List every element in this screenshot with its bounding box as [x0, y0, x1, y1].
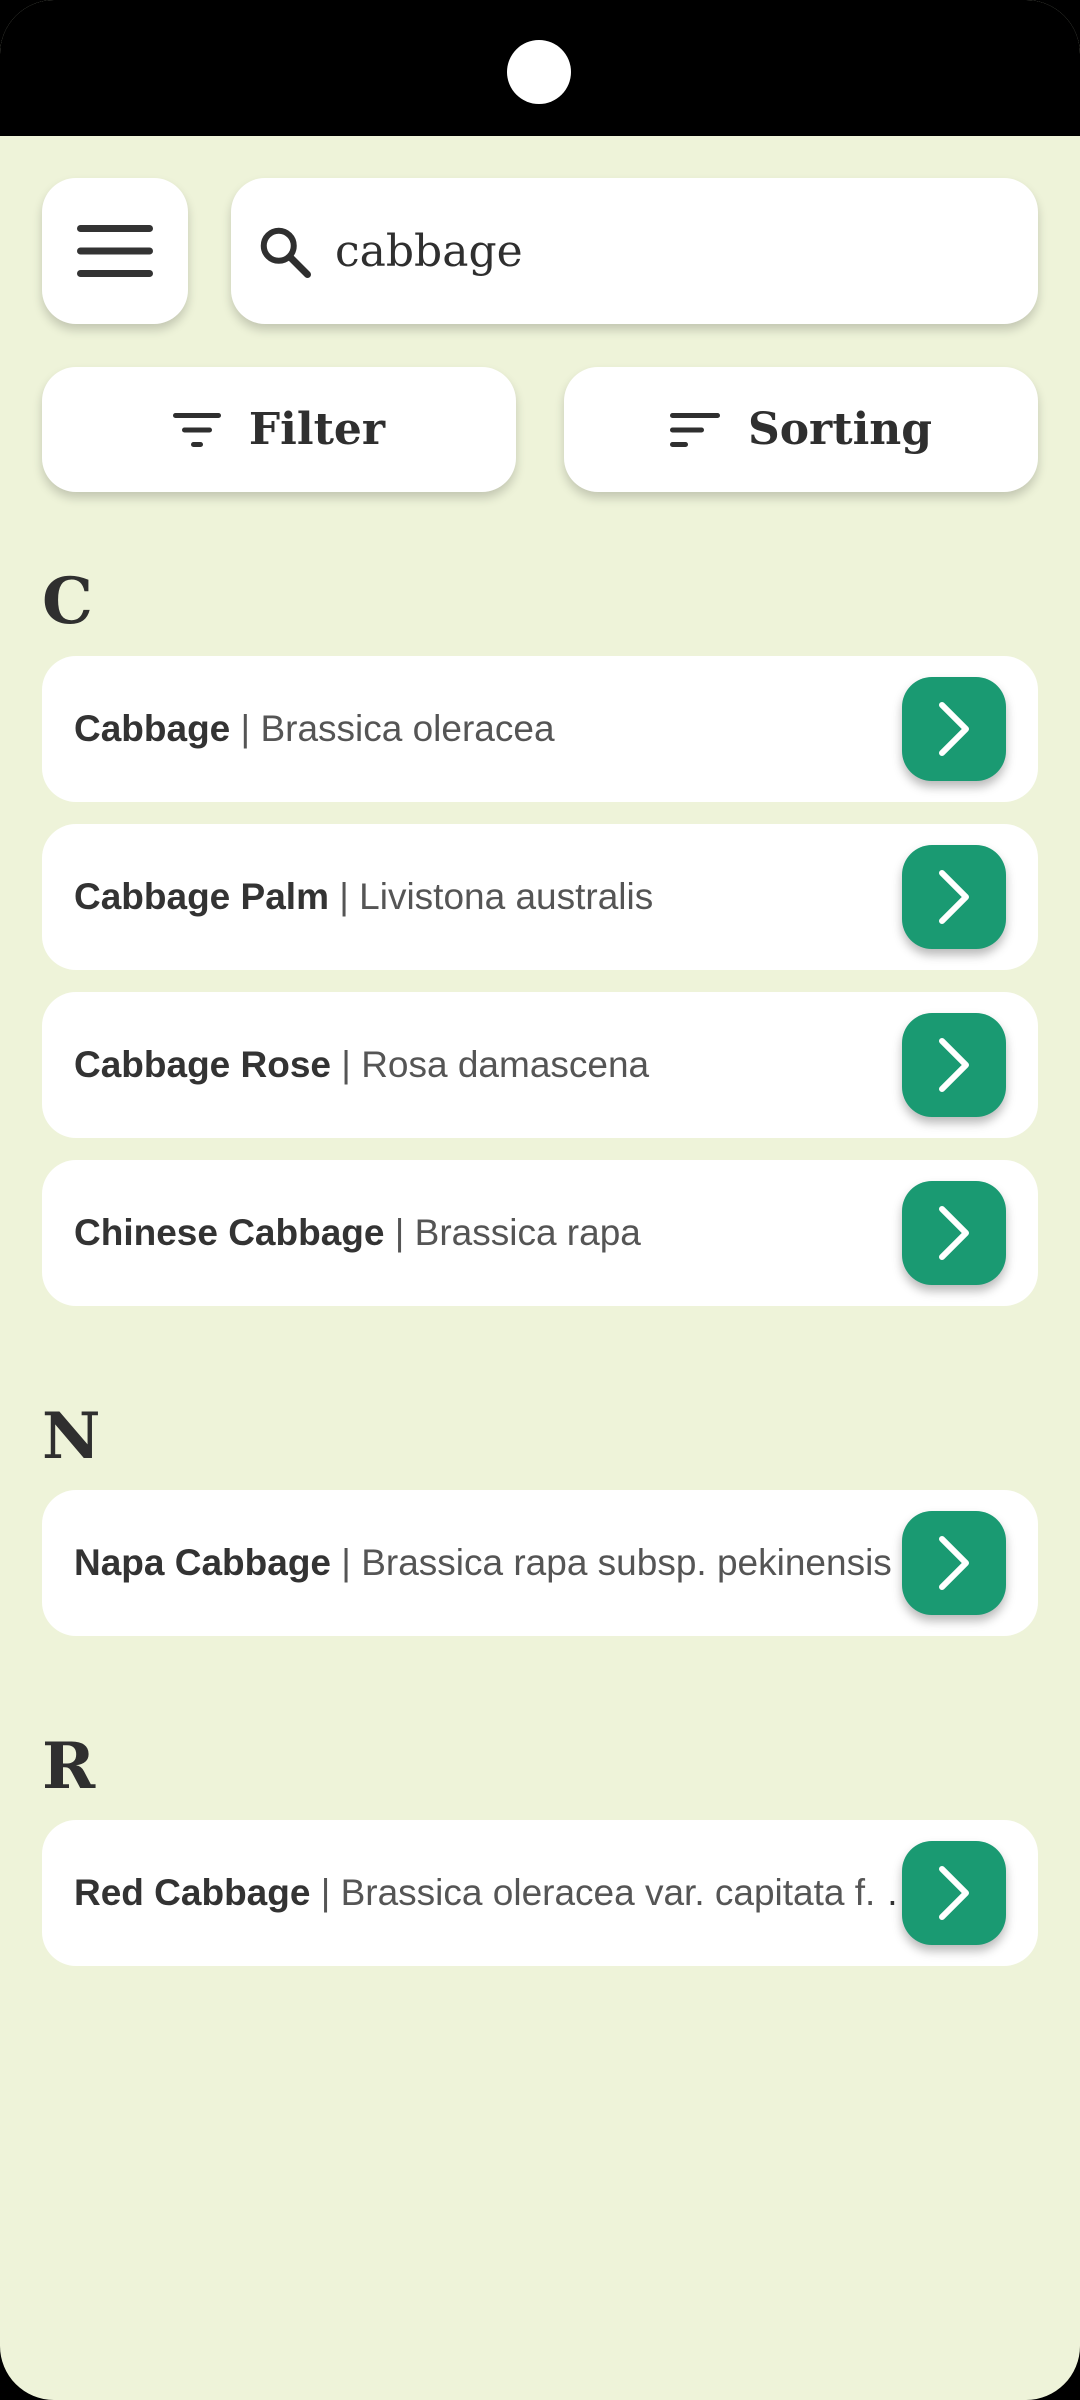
chevron-right-icon — [939, 1206, 969, 1260]
plant-separator: | — [384, 1212, 415, 1253]
sort-icon — [669, 412, 720, 447]
plant-row-text: Chinese Cabbage | Brassica rapa — [74, 1160, 934, 1306]
status-bar — [0, 0, 1080, 136]
section-header-c: C — [42, 564, 93, 639]
search-bar[interactable] — [231, 178, 1038, 324]
plant-row-text: Cabbage | Brassica oleracea — [74, 656, 934, 802]
plant-scientific-name: Brassica oleracea var. capitata f. rubra — [340, 1872, 934, 1913]
plant-separator: | — [331, 1044, 362, 1085]
plant-separator: | — [328, 876, 360, 917]
plant-row-text: Napa Cabbage | Brassica rapa subsp. peki… — [74, 1490, 934, 1636]
plant-common-name: Cabbage Rose — [74, 1044, 332, 1085]
open-plant-button[interactable] — [902, 1841, 1006, 1945]
chevron-right-icon — [939, 1536, 969, 1590]
camera-cutout — [507, 40, 571, 104]
plant-row[interactable]: Cabbage Palm | Livistona australis — [42, 824, 1038, 970]
filter-button[interactable]: Filter — [42, 367, 516, 492]
open-plant-button[interactable] — [902, 1013, 1006, 1117]
app-screen: Filter Sorting C Cabbage | Brassica oler… — [0, 0, 1080, 2400]
sorting-button[interactable]: Sorting — [564, 367, 1038, 492]
filter-label: Filter — [248, 404, 386, 455]
plant-row[interactable]: Cabbage | Brassica oleracea — [42, 656, 1038, 802]
open-plant-button[interactable] — [902, 1181, 1006, 1285]
menu-button[interactable] — [42, 178, 188, 324]
chevron-right-icon — [939, 1866, 969, 1920]
filter-icon — [172, 412, 221, 447]
open-plant-button[interactable] — [902, 677, 1006, 781]
plant-separator: | — [310, 1872, 341, 1913]
plant-common-name: Cabbage Palm — [74, 876, 329, 917]
plant-row[interactable]: Cabbage Rose | Rosa damascena — [42, 992, 1038, 1138]
chevron-right-icon — [939, 702, 969, 756]
plant-separator: | — [230, 708, 261, 749]
search-input[interactable] — [335, 198, 1015, 304]
plant-common-name: Chinese Cabbage — [74, 1212, 385, 1253]
plant-row-text: Cabbage Rose | Rosa damascena — [74, 992, 934, 1138]
plant-common-name: Red Cabbage — [74, 1872, 311, 1913]
plant-scientific-name: Brassica rapa subsp. pekinensis — [361, 1542, 892, 1583]
plant-row[interactable]: Napa Cabbage | Brassica rapa subsp. peki… — [42, 1490, 1038, 1636]
plant-scientific-name: Brassica rapa — [414, 1212, 641, 1253]
open-plant-button[interactable] — [902, 845, 1006, 949]
plant-row-text: Cabbage Palm | Livistona australis — [74, 824, 934, 970]
plant-common-name: Cabbage — [74, 708, 231, 749]
plant-row[interactable]: Red Cabbage | Brassica oleracea var. cap… — [42, 1820, 1038, 1966]
plant-common-name: Napa Cabbage — [74, 1542, 332, 1583]
open-plant-button[interactable] — [902, 1511, 1006, 1615]
sorting-label: Sorting — [747, 404, 933, 455]
chevron-right-icon — [939, 1038, 969, 1092]
plant-scientific-name: Brassica oleracea — [260, 708, 555, 749]
search-icon — [260, 227, 311, 278]
chevron-right-icon — [939, 870, 969, 924]
plant-row[interactable]: Chinese Cabbage | Brassica rapa — [42, 1160, 1038, 1306]
plant-scientific-name: Livistona australis — [359, 876, 654, 917]
plant-row-text: Red Cabbage | Brassica oleracea var. cap… — [74, 1820, 934, 1966]
plant-scientific-name: Rosa damascena — [361, 1044, 650, 1085]
menu-icon — [77, 225, 153, 277]
section-header-r: R — [42, 1729, 96, 1804]
section-header-n: N — [42, 1399, 101, 1474]
plant-separator: | — [331, 1542, 362, 1583]
